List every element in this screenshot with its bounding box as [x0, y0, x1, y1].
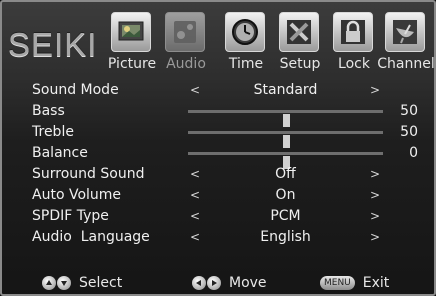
menu-row-sound-mode[interactable]: Sound Mode < Standard >: [18, 80, 418, 100]
tab-setup[interactable]: Setup: [274, 8, 326, 76]
right-arrow-icon[interactable]: >: [370, 206, 380, 226]
row-label: Balance: [32, 145, 88, 161]
menu-row-treble[interactable]: Treble 50: [18, 122, 418, 148]
select-hint-label: Select: [79, 275, 123, 291]
bass-slider-track[interactable]: [188, 110, 383, 127]
move-hint-label: Move: [229, 275, 267, 291]
menu-key-icon: MENU: [320, 276, 355, 290]
row-value: On: [275, 187, 296, 203]
left-arrow-icon[interactable]: <: [190, 227, 200, 247]
row-label: Sound Mode: [32, 82, 119, 98]
move-hint: Move: [192, 273, 267, 293]
left-arrow-icon[interactable]: <: [190, 206, 200, 226]
setup-tools-icon: [279, 12, 319, 52]
exit-hint-label: Exit: [362, 275, 390, 291]
tab-label: Audio: [166, 56, 206, 72]
audio-icon: [165, 12, 205, 52]
row-value: Off: [275, 166, 296, 182]
left-arrow-icon[interactable]: <: [190, 164, 200, 184]
treble-slider-track[interactable]: [188, 131, 383, 148]
left-arrow-icon[interactable]: <: [190, 185, 200, 205]
exit-hint: MENU Exit: [320, 273, 389, 293]
balance-slider-track[interactable]: [188, 152, 383, 169]
tab-audio[interactable]: Audio: [160, 8, 212, 76]
right-arrow-icon[interactable]: >: [370, 227, 380, 247]
key-hint-bar: Select Move MENU Exit: [2, 272, 434, 294]
select-hint: Select: [42, 273, 122, 293]
left-arrow-icon[interactable]: <: [190, 80, 200, 100]
menu-row-balance[interactable]: Balance 0: [18, 143, 418, 169]
tab-time[interactable]: Time: [220, 8, 272, 76]
satellite-dish-icon: [385, 12, 425, 52]
row-value: PCM: [270, 208, 301, 224]
menu-row-spdif-type[interactable]: SPDIF Type < PCM >: [18, 206, 418, 226]
menu-row-audio-language[interactable]: Audio Language < English >: [18, 227, 418, 247]
audio-settings-osd: SEIKI Picture Audio Time Setup Lock Chan…: [0, 0, 436, 296]
row-value: 50: [400, 103, 418, 119]
right-arrow-icon[interactable]: >: [370, 80, 380, 100]
tab-label: Channel: [377, 56, 435, 72]
menu-row-bass[interactable]: Bass 50: [18, 101, 418, 127]
row-value: English: [260, 229, 311, 245]
menu-header: SEIKI Picture Audio Time Setup Lock Chan…: [2, 2, 434, 78]
lock-icon: [333, 12, 373, 52]
menu-row-surround-sound[interactable]: Surround Sound < Off >: [18, 164, 418, 184]
row-value: Standard: [253, 82, 318, 98]
right-arrow-icon[interactable]: >: [370, 185, 380, 205]
clock-icon: [225, 12, 265, 52]
row-value: 0: [409, 145, 418, 161]
tab-lock[interactable]: Lock: [328, 8, 380, 76]
row-label: Treble: [32, 124, 74, 140]
tab-picture[interactable]: Picture: [106, 8, 158, 76]
row-label: Auto Volume: [32, 187, 122, 203]
row-label: Surround Sound: [32, 166, 145, 182]
tab-channel[interactable]: Channel: [377, 8, 434, 76]
row-value: 50: [400, 124, 418, 140]
right-arrow-icon[interactable]: >: [370, 164, 380, 184]
row-label: SPDIF Type: [32, 208, 109, 224]
up-down-keys-icon: [42, 276, 71, 290]
brand-logo: SEIKI: [8, 26, 98, 63]
audio-menu: Sound Mode < Standard > Bass 50 Treble 5…: [18, 80, 418, 264]
row-label: Bass: [32, 103, 65, 119]
row-label: Audio Language: [32, 229, 150, 245]
left-right-keys-icon: [192, 276, 221, 290]
picture-icon: [111, 12, 151, 52]
menu-row-auto-volume[interactable]: Auto Volume < On >: [18, 185, 418, 205]
